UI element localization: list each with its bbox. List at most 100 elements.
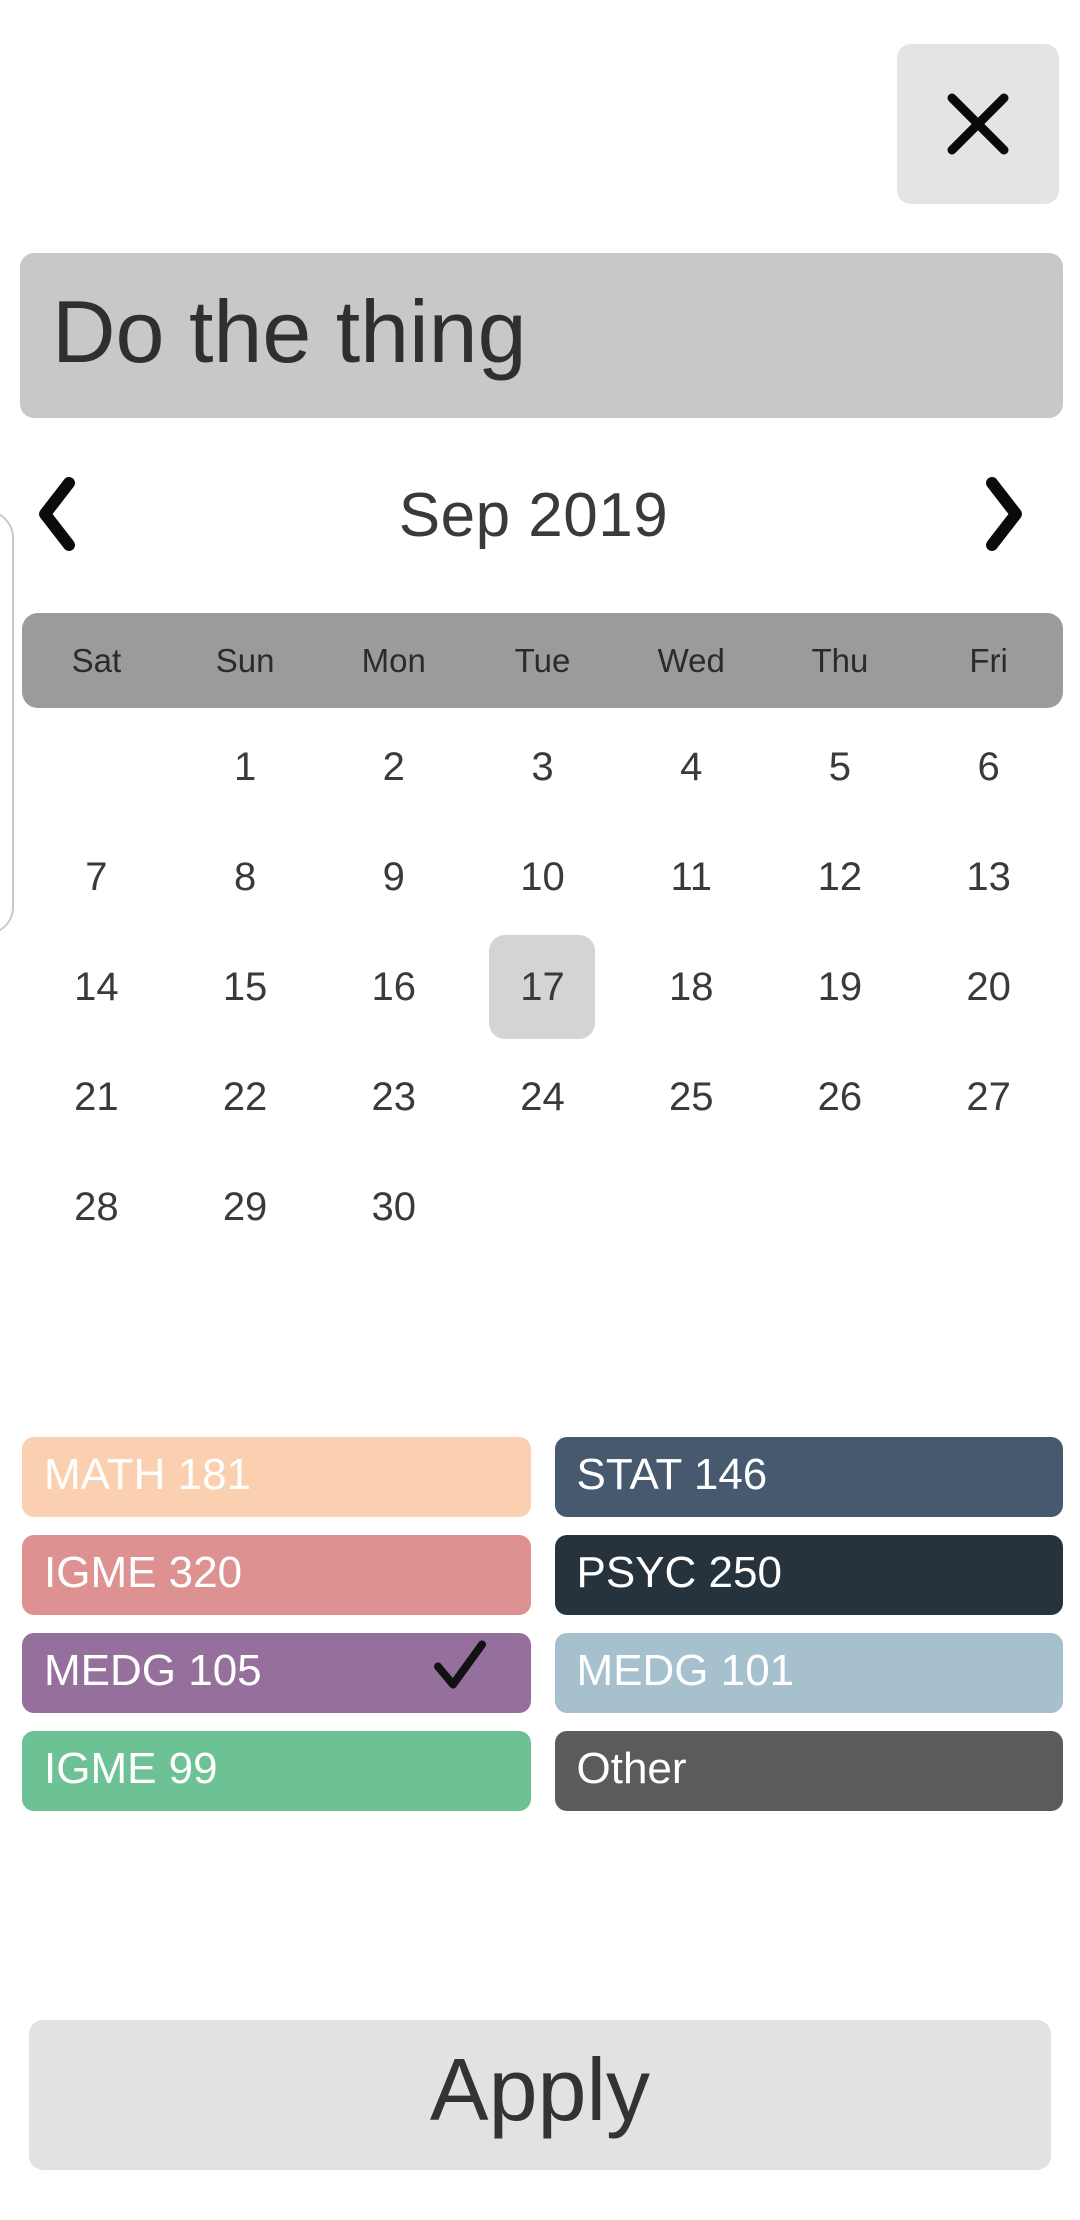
calendar-day-label: 21 [74, 1074, 119, 1119]
calendar-day-label: 17 [489, 935, 596, 1039]
calendar-day-24[interactable]: 24 [468, 1042, 617, 1152]
calendar-day-6[interactable]: 6 [914, 712, 1063, 822]
calendar-day-23[interactable]: 23 [319, 1042, 468, 1152]
calendar-day-26[interactable]: 26 [766, 1042, 915, 1152]
weekday-label-sat: Sat [71, 641, 122, 679]
calendar-day-label: 13 [966, 854, 1011, 899]
weekday-label-sun: Sun [215, 641, 275, 679]
calendar-day-16[interactable]: 16 [319, 932, 468, 1042]
next-month-button[interactable] [933, 460, 1063, 570]
course-chip-label: IGME 320 [44, 1548, 243, 1597]
calendar-day-label: 15 [222, 964, 268, 1009]
calendar-day-label: 6 [977, 744, 1000, 789]
course-chip-label: IGME 99 [44, 1744, 218, 1793]
calendar-empty-cell [22, 712, 171, 822]
weekday-header-row: Sat Sun Mon Tue Wed Thu Fri [22, 613, 1063, 708]
course-chip-label: PSYC 250 [576, 1548, 782, 1597]
calendar-day-29[interactable]: 29 [171, 1152, 320, 1262]
calendar-day-4[interactable]: 4 [617, 712, 766, 822]
calendar-day-label: 8 [233, 854, 257, 899]
calendar-day-20[interactable]: 20 [914, 932, 1063, 1042]
course-chip-igme-99[interactable]: IGME 99 [22, 1731, 531, 1811]
calendar-day-14[interactable]: 14 [22, 932, 171, 1042]
calendar-day-label: 19 [817, 964, 863, 1009]
weekday-label-thu: Thu [811, 641, 869, 679]
course-selector-grid: MATH 181 STAT 146 IGME 320 PSYC 250 MEDG 105… [22, 1437, 1063, 1811]
calendar-day-27[interactable]: 27 [914, 1042, 1063, 1152]
calendar-day-7[interactable]: 7 [22, 822, 171, 932]
apply-button[interactable]: Apply [29, 2020, 1051, 2170]
course-chip-label: MEDG 105 [44, 1646, 262, 1695]
calendar-date-grid: 1 2 3 4 5 6 7 8 9 10 11 12 13 14 15 16 17 18 19 20 21 22 23 24 2… [22, 712, 1063, 1262]
calendar-day-label: 12 [817, 854, 863, 899]
calendar-day-10[interactable]: 10 [468, 822, 617, 932]
course-chip-label: MEDG 101 [576, 1646, 795, 1695]
calendar-day-label: 20 [966, 964, 1011, 1009]
month-navigation: Sep 2019 [0, 460, 1063, 570]
calendar-day-label: 3 [531, 744, 554, 789]
calendar-day-21[interactable]: 21 [22, 1042, 171, 1152]
checkmark-icon [431, 1639, 489, 1708]
course-chip-igme-320[interactable]: IGME 320 [22, 1535, 531, 1615]
course-chip-other[interactable]: Other [554, 1731, 1063, 1811]
calendar-day-label: 14 [74, 964, 119, 1009]
calendar-day-2[interactable]: 2 [319, 712, 468, 822]
weekday-label-tue: Tue [514, 641, 571, 679]
calendar-day-label: 9 [382, 854, 405, 899]
calendar-day-label: 30 [371, 1184, 417, 1229]
weekday-label-fri: Fri [969, 641, 1008, 679]
course-chip-psyc-250[interactable]: PSYC 250 [554, 1535, 1063, 1615]
calendar-day-19[interactable]: 19 [766, 932, 915, 1042]
calendar-day-label: 11 [670, 854, 712, 899]
calendar-day-label: 5 [828, 744, 852, 789]
course-chip-stat-146[interactable]: STAT 146 [554, 1437, 1063, 1517]
calendar-day-1[interactable]: 1 [171, 712, 320, 822]
calendar-day-label: 22 [222, 1074, 268, 1119]
weekday-label-wed: Wed [657, 641, 725, 679]
calendar-day-label: 1 [233, 744, 257, 789]
previous-month-button[interactable] [0, 460, 130, 570]
calendar-day-label: 25 [668, 1074, 714, 1119]
calendar-day-5[interactable]: 5 [766, 712, 915, 822]
course-chip-medg-105[interactable]: MEDG 105 [22, 1633, 531, 1713]
calendar-day-label: 23 [371, 1074, 417, 1119]
calendar-day-label: 7 [85, 854, 108, 899]
calendar-day-label: 28 [74, 1184, 119, 1229]
calendar-day-label: 2 [382, 744, 405, 789]
calendar-day-13[interactable]: 13 [914, 822, 1063, 932]
calendar-day-label: 27 [966, 1074, 1011, 1119]
calendar-day-3[interactable]: 3 [468, 712, 617, 822]
course-chip-medg-101[interactable]: MEDG 101 [554, 1633, 1063, 1713]
calendar-day-label: 16 [371, 964, 417, 1009]
calendar-day-8[interactable]: 8 [171, 822, 320, 932]
close-icon [942, 88, 1014, 160]
calendar-day-30[interactable]: 30 [319, 1152, 468, 1262]
calendar-day-label: 4 [680, 744, 703, 789]
event-title-input[interactable] [20, 253, 1063, 418]
background-card-edge [0, 510, 14, 935]
calendar-day-18[interactable]: 18 [617, 932, 766, 1042]
calendar-day-label: 26 [817, 1074, 863, 1119]
course-chip-math-181[interactable]: MATH 181 [22, 1437, 531, 1517]
calendar-day-9[interactable]: 9 [319, 822, 468, 932]
calendar-day-label: 29 [222, 1184, 268, 1229]
course-chip-label: MATH 181 [44, 1450, 252, 1499]
calendar-day-28[interactable]: 28 [22, 1152, 171, 1262]
chevron-left-icon [35, 476, 81, 554]
close-button[interactable] [897, 44, 1059, 204]
calendar-day-label: 10 [520, 854, 565, 899]
calendar-day-label: 18 [668, 964, 714, 1009]
calendar-day-25[interactable]: 25 [617, 1042, 766, 1152]
event-editor-dialog: Sep 2019 SatSunMonTueWedThuFri 123456789… [0, 0, 1080, 2220]
course-chip-label: Other [576, 1744, 687, 1793]
calendar-day-label: 24 [520, 1074, 565, 1119]
month-year-label: Sep 2019 [398, 480, 669, 550]
calendar-day-22[interactable]: 22 [171, 1042, 320, 1152]
course-chip-label: STAT 146 [576, 1450, 768, 1499]
calendar-day-12[interactable]: 12 [766, 822, 915, 932]
calendar-day-15[interactable]: 15 [171, 932, 320, 1042]
chevron-right-icon [980, 476, 1026, 554]
calendar-day-17[interactable]: 17 [468, 932, 617, 1042]
calendar-day-11[interactable]: 11 [617, 822, 766, 932]
weekday-label-mon: Mon [361, 641, 426, 679]
